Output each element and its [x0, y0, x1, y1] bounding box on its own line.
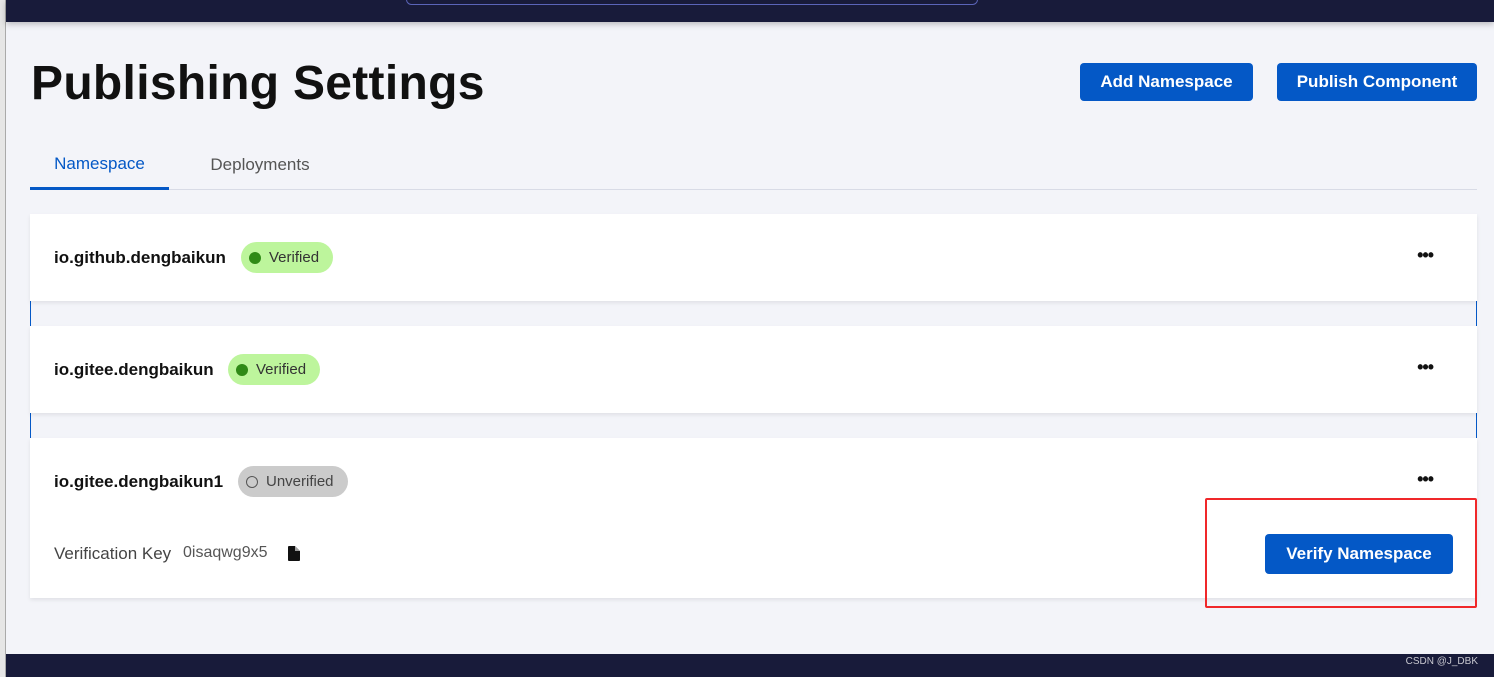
more-options-icon[interactable]: •••: [1417, 245, 1434, 266]
namespace-name: io.gitee.dengbaikun1: [54, 472, 224, 491]
verified-dot-icon: [236, 363, 248, 376]
page-title: Publishing Settings: [31, 57, 485, 110]
verification-key-label: Verification Key: [54, 544, 172, 563]
status-text: Verified: [269, 249, 320, 266]
status-badge: Verified: [241, 242, 334, 273]
more-options-icon[interactable]: •••: [1417, 357, 1434, 378]
publish-component-button[interactable]: Publish Component: [1277, 63, 1477, 101]
watermark: CSDN @J_DBK: [1405, 656, 1478, 667]
search-input[interactable]: [406, 0, 978, 5]
copy-file-icon[interactable]: [288, 546, 300, 561]
tab-namespace[interactable]: Namespace: [30, 140, 169, 190]
status-text: Verified: [256, 361, 307, 378]
verification-key-value: 0isaqwg9x5: [183, 544, 268, 561]
status-text: Unverified: [266, 473, 334, 490]
background-window-strip: [0, 0, 6, 677]
highlight-annotation-box: [1205, 498, 1477, 608]
tab-deployments[interactable]: Deployments: [200, 140, 320, 190]
namespace-name: io.gitee.dengbaikun: [54, 360, 214, 379]
status-badge: Unverified: [238, 466, 348, 497]
tab-bar: Namespace Deployments: [30, 140, 1477, 190]
namespace-name: io.github.dengbaikun: [54, 248, 226, 267]
verified-dot-icon: [249, 251, 261, 264]
add-namespace-button[interactable]: Add Namespace: [1080, 63, 1253, 101]
status-badge: Verified: [228, 354, 321, 385]
namespace-card: io.gitee.dengbaikun Verified •••: [30, 326, 1477, 413]
top-nav-bar: [6, 0, 1494, 22]
more-options-icon[interactable]: •••: [1417, 469, 1434, 490]
unverified-circle-icon: [246, 475, 258, 488]
namespace-card: io.github.dengbaikun Verified •••: [30, 214, 1477, 301]
footer-bar: CSDN @J_DBK: [6, 654, 1494, 677]
